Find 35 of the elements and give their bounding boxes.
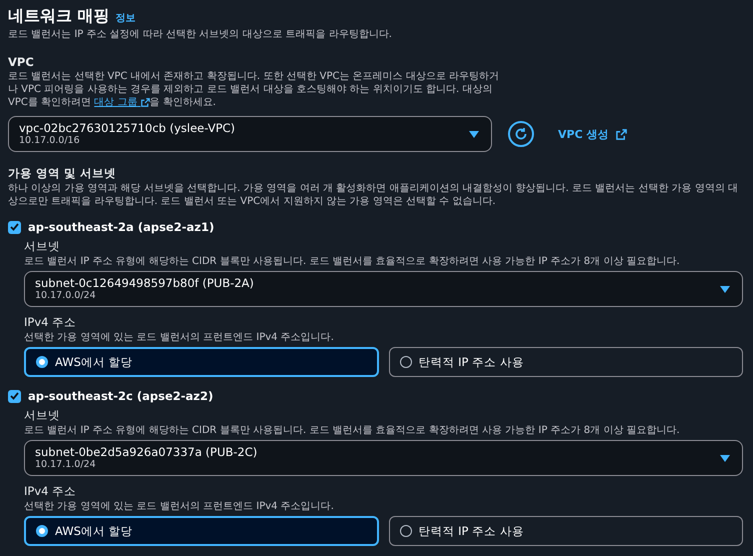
info-link[interactable]: 정보 — [116, 11, 136, 25]
radio-option[interactable]: AWS에서 할당 — [24, 347, 378, 377]
subnet-label: 서브넷 — [24, 239, 61, 254]
caret-icon — [720, 286, 730, 292]
ipv4-label: IPv4 주소 — [24, 484, 78, 499]
zone-checkbox[interactable] — [8, 220, 21, 234]
external-link-icon — [616, 128, 628, 140]
zones-description: 하나 이상의 가용 영역과 해당 서브넷을 선택합니다. 가용 영역을 여러 개 활성화하면 애플리케이션의 내결함성이 향상됩니다. 로드 밸런서는 선택한 가용 영역의 대상으로만 트래픽을 라우팅합니다. 로드 밸런서 또는 VPC에서 지원하지 않는 가용 영역은 선택할 수 없습니다. — [8, 182, 739, 208]
zone-checkbox[interactable] — [8, 390, 21, 402]
vpc-label: VPC — [8, 55, 35, 69]
ipv4-description: 선택한 가용 영역에 있는 로드 밸런서의 프런트엔드 IPv4 주소입니다. — [24, 500, 335, 513]
create-vpc-button[interactable]: VPC 생성 — [548, 122, 638, 146]
refresh-icon — [514, 127, 528, 141]
external-link-icon — [140, 98, 150, 107]
ipv4-label: IPv4 주소 — [24, 315, 78, 330]
zones-label: 가용 영역 및 서브넷 — [8, 166, 118, 181]
radio-option[interactable]: AWS에서 할당 — [24, 516, 378, 546]
section-title: 네트워크 매핑 — [8, 6, 110, 27]
dropdown-select[interactable]: subnet-0c12649498597b80f (PUB-2A) 10.17.0.0/24 — [24, 271, 743, 307]
vpc-description: 로드 밸런서는 선택한 VPC 내에서 존재하고 확장됩니다. 또한 선택한 VPC는 온프레미스 대상으로 라우팅하거나 VPC 피어링을 사용하는 경우를 제외하고 로드 밸런서 대상을 호스팅해야 하는 위치이기도 합니다. 대상의 VPC를 확인하려면 대상 그룹 을 확인하세요. — [8, 70, 500, 109]
radio-option[interactable]: 탄력적 IP 주소 사용 — [388, 347, 743, 377]
refresh-button[interactable] — [508, 121, 534, 147]
section-description: 로드 밸런서는 IP 주소 설정에 따라 선택한 서브넷의 대상으로 트래픽을 라우팅합니다. — [8, 28, 393, 41]
caret-icon — [469, 130, 479, 138]
subnet-description: 로드 밸런서 IP 주소 유형에 해당하는 CIDR 블록만 사용됩니다. 로드 밸런서를 효율적으로 확장하려면 사용 가능한 IP 주소가 8개 이상 필요합니다. — [24, 424, 681, 437]
dropdown-select[interactable]: vpc-02bc27630125710cb (yslee-VPC) 10.17.0.0/16 — [8, 116, 492, 152]
ipv4-description: 선택한 가용 영역에 있는 로드 밸런서의 프런트엔드 IPv4 주소입니다. — [24, 331, 335, 344]
subnet-label: 서브넷 — [24, 408, 61, 423]
radio-option[interactable]: 탄력적 IP 주소 사용 — [388, 516, 743, 546]
dropdown-select[interactable]: subnet-0be2d5a926a07337a (PUB-2C) 10.17.1.0/24 — [24, 440, 743, 476]
zone-name: ap-southeast-2a (apse2-az1) — [28, 220, 214, 234]
subnet-description: 로드 밸런서 IP 주소 유형에 해당하는 CIDR 블록만 사용됩니다. 로드 밸런서를 효율적으로 확장하려면 사용 가능한 IP 주소가 8개 이상 필요합니다. — [24, 255, 681, 268]
target-group-link[interactable]: 대상 그룹 — [94, 97, 150, 108]
zone-name: ap-southeast-2c (apse2-az2) — [28, 389, 214, 403]
caret-icon — [720, 454, 730, 462]
